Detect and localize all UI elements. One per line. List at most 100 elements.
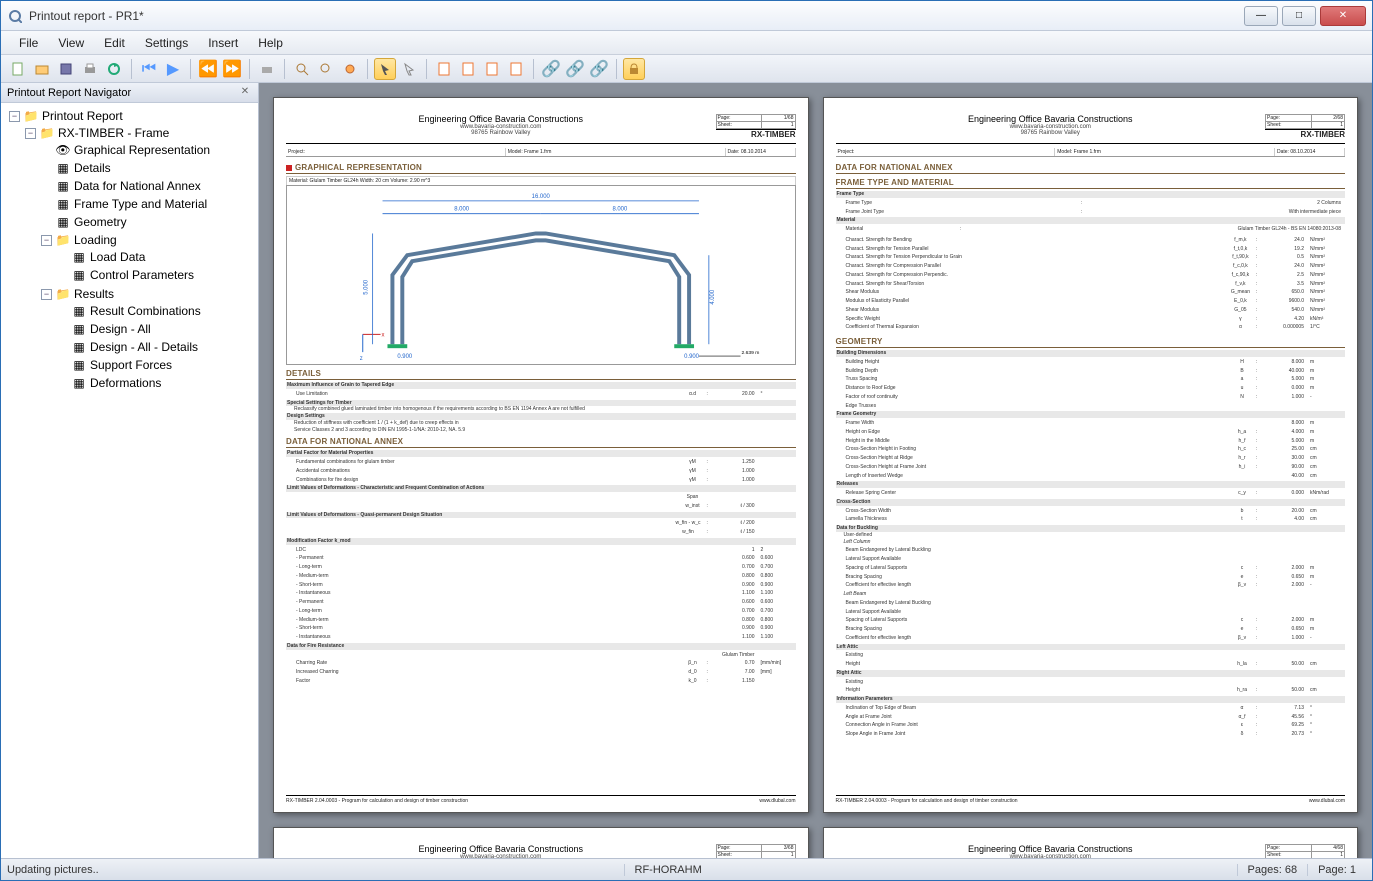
svg-text:0.900: 0.900 [684, 354, 700, 360]
folder-icon: 📁 [23, 109, 39, 123]
tree-item[interactable]: Support Forces [90, 358, 172, 372]
close-button[interactable]: ✕ [1320, 6, 1366, 26]
tree-item[interactable]: Data for National Annex [74, 179, 201, 193]
folder-icon: 📁 [55, 233, 71, 247]
statusbar: Updating pictures.. RF-HORAHM Pages: 68 … [1, 858, 1372, 880]
menu-file[interactable]: File [9, 33, 48, 53]
report-page-4[interactable]: Engineering Office Bavaria Constructions… [823, 827, 1359, 858]
grid-icon: ▦ [71, 304, 87, 318]
tool-play-icon[interactable]: ▶ [162, 58, 184, 80]
tree-toggle-icon[interactable]: − [25, 128, 36, 139]
titlebar[interactable]: Printout report - PR1* ― □ ✕ [1, 1, 1372, 31]
menu-view[interactable]: View [48, 33, 94, 53]
section-title: DATA FOR NATIONAL ANNEX [286, 437, 796, 448]
tool-pointer-icon[interactable] [398, 58, 420, 80]
grid-icon: ▦ [71, 268, 87, 282]
grid-icon: ▦ [55, 161, 71, 175]
navigator-close-icon[interactable]: ✕ [238, 86, 252, 100]
grid-icon: ▦ [71, 376, 87, 390]
tree-item[interactable]: Deformations [90, 376, 161, 390]
tree-item[interactable]: Frame Type and Material [74, 197, 207, 211]
svg-text:8.000: 8.000 [612, 207, 628, 213]
tree-toggle-icon[interactable]: − [41, 289, 52, 300]
menu-edit[interactable]: Edit [94, 33, 135, 53]
svg-text:4.000: 4.000 [710, 289, 716, 305]
tool-zoom-in-icon[interactable] [291, 58, 313, 80]
toolbar: ⏮ ▶ ⏪ ⏩ 🔗 🔗 🔗 [1, 55, 1372, 83]
document-area[interactable]: Engineering Office Bavaria Constructions… [259, 83, 1372, 858]
grid-icon: ▦ [55, 179, 71, 193]
report-page-2[interactable]: Engineering Office Bavaria Constructions… [823, 97, 1359, 813]
eye-icon: 👁 [55, 143, 71, 157]
tree-results[interactable]: Results [74, 287, 114, 301]
maximize-button[interactable]: □ [1282, 6, 1316, 26]
tree-item[interactable]: Result Combinations [90, 304, 201, 318]
tool-printer-icon[interactable] [256, 58, 278, 80]
tool-link3-icon[interactable]: 🔗 [588, 58, 610, 80]
page-footer-site: www.dlubal.com [759, 798, 795, 804]
grid-icon: ▦ [71, 250, 87, 264]
tool-prev-icon[interactable]: ⏪ [197, 58, 219, 80]
menubar: File View Edit Settings Insert Help [1, 31, 1372, 55]
navigator-tree[interactable]: −📁Printout Report −📁RX-TIMBER - Frame 👁G… [1, 103, 258, 858]
tool-doc1-icon[interactable] [433, 58, 455, 80]
svg-text:8.000: 8.000 [454, 207, 470, 213]
tool-open-icon[interactable] [31, 58, 53, 80]
tree-item[interactable]: Design - All [90, 322, 151, 336]
tree-item[interactable]: Geometry [74, 215, 127, 229]
status-pages: Pages: 68 [1237, 864, 1308, 876]
folder-icon: 📁 [55, 287, 71, 301]
tool-next-icon[interactable]: ⏩ [221, 58, 243, 80]
tool-save-icon[interactable] [55, 58, 77, 80]
tree-item[interactable]: Details [74, 161, 111, 175]
navigator-panel: Printout Report Navigator ✕ −📁Printout R… [1, 83, 259, 858]
header-addr: 98765 Rainbow Valley [286, 130, 716, 136]
svg-text:z: z [360, 356, 363, 362]
tool-link2-icon[interactable]: 🔗 [564, 58, 586, 80]
tool-refresh-icon[interactable] [103, 58, 125, 80]
tree-loading[interactable]: Loading [74, 233, 117, 247]
tool-doc4-icon[interactable] [505, 58, 527, 80]
section-title: DETAILS [286, 369, 796, 380]
grid-icon: ▦ [55, 197, 71, 211]
tool-first-icon[interactable]: ⏮ [138, 58, 160, 80]
minimize-button[interactable]: ― [1244, 6, 1278, 26]
svg-text:16.000: 16.000 [532, 194, 551, 200]
navigator-header: Printout Report Navigator ✕ [1, 83, 258, 103]
tool-gear-icon[interactable] [339, 58, 361, 80]
svg-text:2.639 m: 2.639 m [741, 350, 759, 356]
menu-insert[interactable]: Insert [198, 33, 248, 53]
tree-toggle-icon[interactable]: − [9, 111, 20, 122]
report-page-1[interactable]: Engineering Office Bavaria Constructions… [273, 97, 809, 813]
tree-item[interactable]: Control Parameters [90, 268, 194, 282]
menu-help[interactable]: Help [248, 33, 293, 53]
report-page-3[interactable]: Engineering Office Bavaria Constructions… [273, 827, 809, 858]
tree-toggle-icon[interactable]: − [41, 235, 52, 246]
tree-item[interactable]: Graphical Representation [74, 143, 210, 157]
section-title: FRAME TYPE AND MATERIAL [836, 178, 1346, 189]
header-brand: RX-TIMBER [716, 129, 796, 139]
tool-doc3-icon[interactable] [481, 58, 503, 80]
grid-icon: ▦ [71, 322, 87, 336]
tool-print-icon[interactable] [79, 58, 101, 80]
section-title: GRAPHICAL REPRESENTATION [295, 163, 422, 172]
tree-rx[interactable]: RX-TIMBER - Frame [58, 126, 169, 140]
tool-zoom-out-icon[interactable] [315, 58, 337, 80]
tool-link1-icon[interactable]: 🔗 [540, 58, 562, 80]
window-title: Printout report - PR1* [29, 9, 1240, 23]
svg-text:0.900: 0.900 [397, 354, 413, 360]
grid-icon: ▦ [71, 358, 87, 372]
menu-settings[interactable]: Settings [135, 33, 198, 53]
tool-select-icon[interactable] [374, 58, 396, 80]
tree-item[interactable]: Design - All - Details [90, 340, 198, 354]
frame-diagram: 16.000 8.000 8.000 x z [286, 185, 796, 365]
grid-icon: ▦ [71, 340, 87, 354]
tool-doc2-icon[interactable] [457, 58, 479, 80]
tree-item[interactable]: Load Data [90, 250, 145, 264]
svg-text:x: x [382, 332, 385, 338]
tool-lock-icon[interactable] [623, 58, 645, 80]
tree-root[interactable]: Printout Report [42, 109, 123, 123]
app-icon [7, 8, 23, 24]
tool-new-icon[interactable] [7, 58, 29, 80]
folder-icon: 📁 [39, 126, 55, 140]
